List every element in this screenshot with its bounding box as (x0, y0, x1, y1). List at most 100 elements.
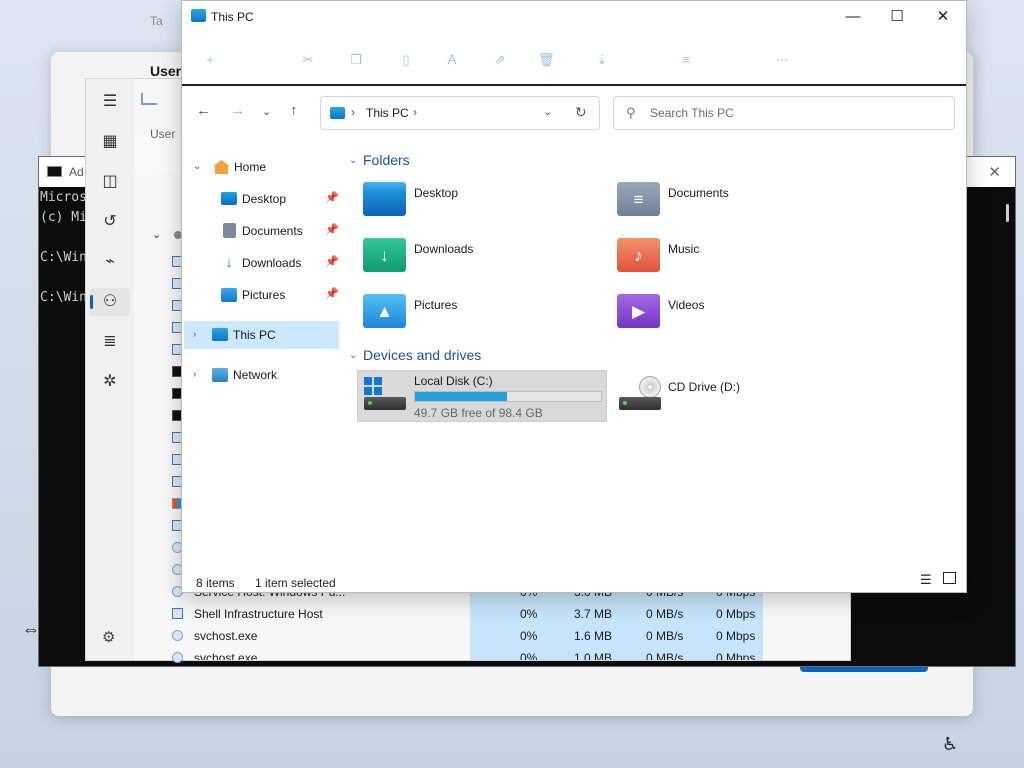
details-view-icon[interactable]: ☰ (920, 572, 932, 588)
cmd-scrollbar-thumb[interactable] (1006, 204, 1009, 222)
paste-icon[interactable]: ▯ (398, 52, 414, 68)
maximize-icon[interactable]: ☐ (874, 3, 920, 31)
service-gear-icon (172, 652, 183, 663)
window-title: This PC (211, 10, 254, 24)
nav-item-label: Desktop (242, 192, 287, 206)
up-arrow-icon[interactable]: ↑ (290, 102, 298, 119)
address-this-pc-icon (330, 107, 345, 119)
pin-icon[interactable]: 📌 (325, 255, 339, 268)
breadcrumb-separator-icon[interactable]: › (351, 105, 355, 119)
folder-documents[interactable]: ≡ Documents (617, 182, 857, 226)
folder-videos[interactable]: ▶ Videos (617, 294, 857, 338)
explorer-titlebar[interactable]: This PC — ☐ ✕ (182, 1, 966, 33)
address-bar[interactable]: › This PC › ⌄ ↻ (320, 96, 600, 130)
drive-led (368, 401, 372, 405)
drive-usage-bar (414, 391, 602, 402)
drive-cd-d[interactable]: CD Drive (D:) (616, 370, 816, 422)
cmd-line (40, 268, 87, 288)
file-explorer-window[interactable]: This PC — ☐ ✕ + ✂ ❐ ▯ Ａ ⇗ 🗑 ⇣ ≡ ⋯ ← → ⌄ … (181, 0, 967, 593)
close-icon[interactable]: ✕ (920, 3, 966, 31)
nav-item-pictures[interactable]: Pictures 📌 (190, 281, 340, 309)
table-row[interactable]: svchost.exe 0% 1.6 MB 0 MB/s 0 Mbps (194, 625, 764, 647)
nav-item-documents[interactable]: Documents 📌 (190, 217, 340, 245)
section-header-folders[interactable]: Folders (363, 152, 410, 168)
delete-icon[interactable]: 🗑 (538, 52, 555, 68)
minimize-icon[interactable]: — (830, 3, 876, 31)
collapse-chevron-icon[interactable]: ⌄ (349, 350, 357, 361)
drive-body (364, 397, 406, 410)
pin-icon[interactable]: 📌 (325, 287, 339, 300)
back-arrow-icon[interactable]: ← (196, 102, 211, 119)
rename-icon[interactable]: Ａ (444, 52, 460, 68)
nav-item-label: Documents (242, 224, 303, 238)
hamburger-menu-icon[interactable]: ☰ (99, 91, 121, 113)
accessibility-icon[interactable]: ♿ (942, 734, 958, 755)
nav-item-label: Pictures (242, 288, 286, 302)
drive-body (619, 397, 661, 410)
hard-drive-icon (364, 377, 406, 411)
new-item-icon[interactable]: + (202, 52, 218, 68)
details-icon[interactable]: ≣ (99, 331, 121, 353)
table-row[interactable]: Shell Infrastructure Host 0% 3.7 MB 0 MB… (194, 603, 764, 625)
users-icon[interactable]: ⚇ (99, 291, 121, 313)
pin-icon[interactable]: 📌 (325, 223, 339, 236)
performance-icon[interactable]: ◫ (99, 171, 121, 193)
settings-gear-icon[interactable]: ⚙ (102, 628, 115, 646)
search-box[interactable]: ⚲ (613, 96, 955, 130)
nav-item-home[interactable]: ⌄ Home (190, 153, 350, 181)
cmd-close-icon[interactable]: ✕ (988, 163, 1001, 181)
share-icon[interactable]: ⇗ (492, 52, 508, 68)
folder-downloads[interactable]: ↓ Downloads (363, 238, 603, 282)
cmd-app-icon (47, 166, 62, 177)
folder-music[interactable]: ♪ Music (617, 238, 857, 282)
breadcrumb-this-pc[interactable]: This PC (366, 106, 409, 120)
cmd-line: (c) Mi (40, 210, 87, 225)
drive-local-disk-c[interactable]: Local Disk (C:) 49.7 GB free of 98.4 GB (357, 370, 607, 422)
folder-label: Pictures (414, 298, 458, 312)
nav-item-network[interactable]: › Network (190, 361, 340, 389)
nav-item-downloads[interactable]: ↓ Downloads 📌 (190, 249, 340, 277)
cmd-output[interactable]: Micros (c) Mi C:\Win C:\Win (40, 188, 87, 308)
process-icon (172, 608, 183, 619)
expand-chevron-icon[interactable]: ⌄ (193, 161, 201, 172)
cut-icon[interactable]: ✂ (300, 52, 316, 68)
column-header-user[interactable]: User (150, 127, 175, 141)
expand-chevron-icon[interactable]: ⌄ (152, 228, 161, 241)
expand-chevron-icon[interactable]: › (193, 329, 196, 340)
app-history-icon[interactable]: ↺ (99, 211, 121, 233)
nav-item-label: Downloads (242, 256, 302, 270)
services-icon[interactable]: ✲ (99, 371, 121, 393)
folder-desktop[interactable]: Desktop (363, 182, 603, 226)
documents-folder-icon: ≡ (617, 182, 660, 216)
nav-item-this-pc[interactable]: › This PC (190, 321, 340, 349)
refresh-icon[interactable]: ↻ (575, 104, 587, 121)
address-dropdown-chevron-icon[interactable]: ⌄ (543, 105, 552, 118)
more-options-icon[interactable]: ⋯ (774, 52, 790, 68)
expand-chevron-icon[interactable]: › (193, 369, 196, 380)
task-manager-app-icon (141, 93, 157, 105)
copy-icon[interactable]: ❐ (348, 52, 364, 68)
sort-icon[interactable]: ⇣ (594, 52, 610, 68)
pin-icon[interactable]: 📌 (325, 191, 339, 204)
command-bar-divider (182, 84, 966, 86)
search-icon: ⚲ (626, 105, 636, 120)
collapse-chevron-icon[interactable]: ⌄ (349, 155, 357, 166)
folder-label: Videos (668, 298, 705, 312)
recent-locations-chevron-icon[interactable]: ⌄ (262, 105, 271, 118)
folder-pictures[interactable]: ▲ Pictures (363, 294, 603, 338)
view-icon[interactable]: ≡ (678, 52, 694, 68)
cpu-value: 0% (520, 629, 538, 643)
drive-label: CD Drive (D:) (668, 380, 740, 394)
tiles-view-icon[interactable] (943, 572, 956, 584)
startup-apps-icon[interactable]: ⌁ (99, 251, 121, 273)
breadcrumb-separator-icon[interactable]: › (413, 105, 417, 119)
cmd-title: Ad (69, 165, 84, 179)
nav-item-label: Network (233, 368, 278, 382)
nav-item-desktop[interactable]: Desktop 📌 (190, 185, 340, 213)
search-input[interactable] (648, 103, 938, 123)
network-icon (212, 368, 228, 382)
table-row[interactable]: svchost.exe 0% 1.0 MB 0 MB/s 0 Mbps (194, 647, 764, 660)
forward-arrow-icon[interactable]: → (230, 102, 245, 119)
processes-icon[interactable]: ▦ (99, 131, 121, 153)
section-header-drives[interactable]: Devices and drives (363, 347, 481, 363)
